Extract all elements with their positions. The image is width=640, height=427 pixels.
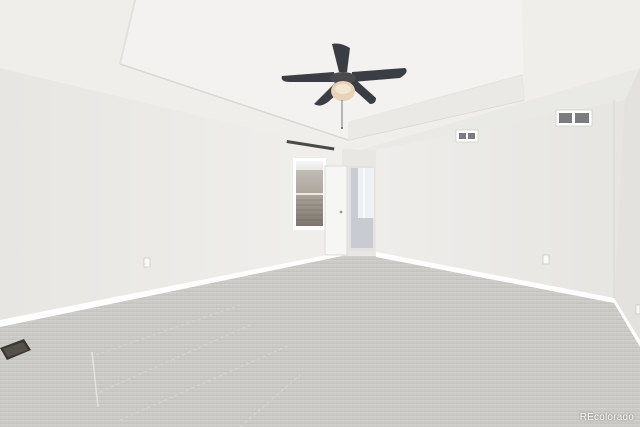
air-vent-icon [455,129,479,143]
air-vent-icon [555,109,593,127]
room-photo: REcolorado [0,0,640,427]
watermark: REcolorado [579,412,634,423]
room-illustration [0,0,640,427]
power-outlet-icon [143,257,151,268]
open-doorway [324,165,375,256]
hallway-window [358,168,374,218]
door-handle [339,210,343,214]
power-outlet-icon [635,304,640,315]
door-panel [324,165,348,256]
power-outlet-icon [542,254,550,265]
